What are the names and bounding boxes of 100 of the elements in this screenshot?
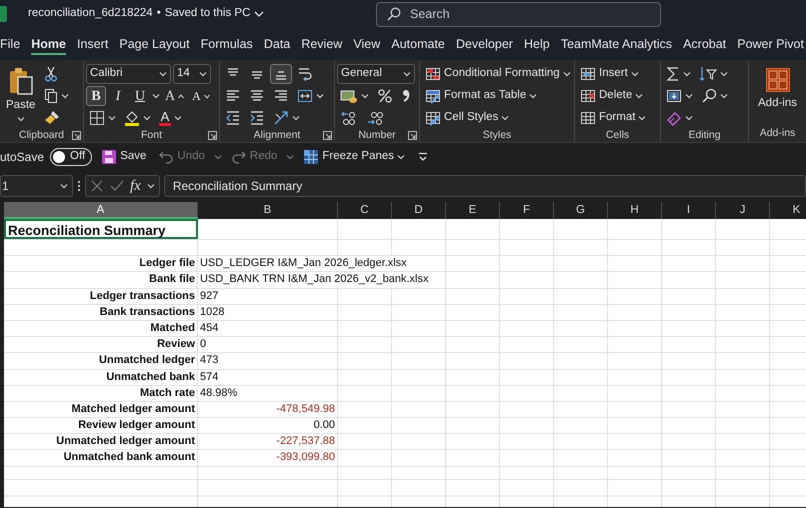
- menu-tab[interactable]: Power Pivot: [737, 33, 804, 55]
- caret-icon: [638, 115, 646, 121]
- menu-tab[interactable]: TeamMate Analytics: [560, 33, 672, 55]
- group-label: Cells: [606, 128, 630, 143]
- redo-arrow-icon: [230, 149, 247, 165]
- autosave-toggle[interactable]: Off: [50, 148, 92, 166]
- search-field[interactable]: Search: [376, 2, 661, 26]
- caret-icon: [720, 71, 728, 77]
- column-header[interactable]: A: [4, 202, 198, 219]
- decimal-icon: [366, 110, 384, 126]
- row-label: Unmatched bank amount: [62, 450, 196, 466]
- save-status[interactable]: Saved to this PC: [164, 5, 250, 23]
- caret-icon: [397, 154, 406, 160]
- grow-font-button[interactable]: A: [162, 86, 188, 106]
- caret-icon: [529, 93, 538, 99]
- caret-icon: [685, 115, 693, 121]
- cancel-icon[interactable]: [90, 179, 104, 193]
- caret-icon[interactable]: [286, 154, 294, 160]
- vertical-dots-icon[interactable]: [77, 179, 81, 193]
- freeze-panes-icon: [303, 149, 320, 165]
- caret-icon: [635, 93, 644, 99]
- percent-icon: [377, 88, 393, 104]
- caret-icon: [683, 71, 691, 77]
- table-icon: [425, 88, 441, 104]
- menu-tab[interactable]: Acrobat: [683, 33, 726, 55]
- ribbon-button[interactable]: Insert: [577, 64, 642, 84]
- eraser-icon: [666, 110, 682, 126]
- name-box[interactable]: 1: [0, 175, 73, 197]
- dialog-launcher-icon[interactable]: [408, 131, 417, 140]
- font-style-button[interactable]: I: [108, 86, 128, 106]
- menu-tab[interactable]: Data: [264, 33, 290, 55]
- caret-icon: [361, 93, 369, 99]
- caret-icon: [60, 183, 68, 189]
- row-label: Matched: [149, 320, 196, 336]
- paint-bucket-icon: [124, 110, 140, 126]
- row-label: Matched ledger amount: [70, 402, 196, 417]
- row-label: Match rate: [138, 386, 196, 401]
- add-ins-icon: [764, 67, 790, 93]
- ribbon-button[interactable]: Delete: [577, 86, 646, 106]
- menu-tab[interactable]: Automate: [391, 33, 445, 55]
- row-label: Bank transactions: [98, 304, 196, 320]
- menu-tab[interactable]: File: [0, 33, 20, 55]
- ribbon-button[interactable]: Conditional Formatting: [422, 64, 574, 84]
- caret-icon: [159, 71, 167, 77]
- decimal-icon: [340, 110, 358, 126]
- caret-icon: [143, 115, 151, 121]
- group-label: Styles: [482, 128, 512, 143]
- font-style-button[interactable]: U: [130, 86, 150, 106]
- delete-cells-icon: [580, 88, 596, 104]
- menu-tab[interactable]: Formulas: [200, 33, 253, 55]
- paste-button[interactable]: Paste: [2, 64, 40, 128]
- menu-tab[interactable]: View: [353, 33, 380, 55]
- menu-tab[interactable]: Home: [31, 33, 66, 55]
- freeze-panes-button[interactable]: Freeze Panes: [300, 147, 408, 167]
- search-icon: [387, 6, 401, 20]
- format-cells-icon: [580, 110, 596, 126]
- row-label: Unmatched ledger amount: [55, 434, 196, 450]
- caret-icon: [199, 71, 207, 77]
- font-size-dropdown[interactable]: 14: [173, 64, 211, 84]
- dialog-launcher-icon[interactable]: [208, 131, 217, 140]
- menu-tab[interactable]: Developer: [456, 33, 513, 55]
- sort-filter-icon: [699, 66, 717, 82]
- insert-function-button[interactable]: fx: [130, 174, 141, 198]
- group-label: Clipboard: [19, 128, 64, 143]
- insert-cells-icon: [580, 66, 596, 82]
- autosave-label: utoSave: [0, 149, 44, 166]
- dialog-launcher-icon[interactable]: [323, 131, 332, 140]
- sheet-title[interactable]: Reconciliation Summary: [4, 219, 198, 239]
- caret-icon[interactable]: [214, 154, 222, 160]
- ribbon-button[interactable]: Format as Table: [422, 86, 540, 106]
- font-name-dropdown[interactable]: Calibri: [86, 64, 171, 84]
- menu-tab[interactable]: Insert: [77, 33, 108, 55]
- caret-icon: [316, 93, 324, 99]
- fill-down-icon: [666, 88, 682, 104]
- money-icon: [340, 88, 358, 104]
- number-format-dropdown[interactable]: General: [337, 64, 415, 84]
- group-label: Add-ins: [760, 126, 796, 142]
- caret-icon: [174, 115, 182, 121]
- caret-icon: [16, 116, 25, 122]
- caret-icon: [108, 115, 116, 121]
- menu-tab[interactable]: Help: [524, 33, 550, 55]
- chevron-icon[interactable]: [254, 10, 264, 18]
- save-button[interactable]: Save: [98, 147, 150, 167]
- font-color-button[interactable]: A: [156, 108, 185, 128]
- menu-tab[interactable]: Page Layout: [119, 33, 190, 55]
- vertical-align-button[interactable]: [270, 64, 292, 84]
- menu-tab[interactable]: Review: [301, 33, 342, 55]
- font-style-button[interactable]: B: [86, 86, 106, 106]
- caret-icon: [720, 93, 728, 99]
- ribbon-button[interactable]: Cell Styles: [422, 108, 512, 128]
- conditional-formatting-icon: [425, 66, 441, 82]
- app-icon: [0, 6, 7, 22]
- ribbon-button[interactable]: Format: [577, 108, 650, 128]
- row-label: Review: [156, 337, 196, 352]
- dialog-launcher-icon[interactable]: [72, 131, 81, 140]
- add-ins-button[interactable]: Add-ins: [754, 64, 801, 126]
- check-icon[interactable]: [110, 179, 124, 193]
- shrink-font-button[interactable]: A: [189, 86, 213, 106]
- caret-icon: [146, 183, 155, 189]
- formula-field[interactable]: Reconciliation Summary: [164, 175, 806, 197]
